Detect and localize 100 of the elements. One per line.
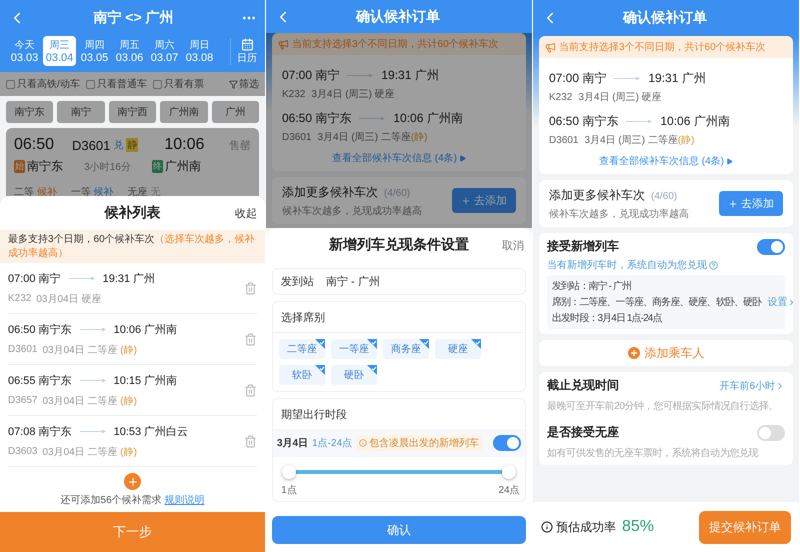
seat-option[interactable]: 商务座 bbox=[383, 339, 429, 359]
station-chip[interactable]: 南宁东 bbox=[6, 101, 54, 123]
station-name: 广州南 bbox=[165, 158, 201, 175]
departure-text: 06:55 南宁东 bbox=[8, 374, 72, 388]
seat-availability: 二等 候补 bbox=[14, 186, 57, 196]
next-button[interactable]: 下一步 bbox=[0, 512, 265, 552]
view-all-link[interactable]: 查看全部候补车次信息 (4条) bbox=[549, 150, 783, 168]
filter-checkbox[interactable]: 只看有票 bbox=[152, 77, 204, 91]
arrival-text: 10:06 广州南 bbox=[660, 113, 730, 130]
header-title: 确认候补订单 bbox=[356, 8, 440, 26]
tick-label: 1点 bbox=[280, 484, 298, 497]
confirm-button[interactable]: 确认 bbox=[272, 516, 526, 544]
departure-text: 07:00 南宁 bbox=[282, 67, 340, 84]
station-chip[interactable]: 广州 bbox=[212, 101, 260, 123]
description-text: 如有可供发售的无座车票时，系统将自动为您兑现 bbox=[547, 446, 760, 460]
duration-text: 3小时16分 bbox=[84, 160, 131, 174]
date-tab[interactable]: 周日 03.08 bbox=[183, 36, 216, 66]
seat-option[interactable]: 二等座 bbox=[279, 339, 325, 359]
add-more-title: 添加更多候补车次 bbox=[549, 188, 645, 202]
seat-option[interactable]: 硬卧 bbox=[331, 365, 377, 385]
deadline-link[interactable]: 开车前6小时 bbox=[719, 378, 785, 392]
add-button[interactable]: 去添加 bbox=[719, 191, 783, 216]
info-line: 出发时段：3月4日 1点-24点 bbox=[552, 312, 662, 325]
settings-link[interactable]: 设置 bbox=[767, 295, 796, 309]
header-title: 南宁 <> 广州 bbox=[93, 9, 174, 27]
seat-availability: 一等 候补 bbox=[70, 186, 114, 196]
train-code: K232 bbox=[282, 88, 306, 100]
train-details: 3月4日 (周三) 二等座(静) bbox=[584, 134, 694, 147]
arrival-text: 10:15 广州南 bbox=[114, 374, 178, 388]
filter-checkbox[interactable]: 只看高铁/动车 bbox=[6, 77, 80, 91]
arrive-time: 10:06 bbox=[164, 136, 204, 154]
period-range: 1点-24点 bbox=[312, 436, 352, 450]
seat-option[interactable]: 一等座 bbox=[331, 339, 377, 359]
calendar-button[interactable]: 日历 bbox=[230, 38, 257, 64]
arrival-text: 10:06 广州南 bbox=[393, 110, 463, 127]
departure-text: 07:08 南宁东 bbox=[8, 424, 72, 438]
departure-text: 07:00 南宁 bbox=[549, 70, 606, 87]
train-details: 3月4日 (周三) 硬座 bbox=[311, 88, 395, 101]
train-code: D3601 bbox=[282, 132, 312, 142]
date-tab[interactable]: 今天 03.03 bbox=[8, 36, 41, 66]
sheet-title: 候补列表 bbox=[104, 204, 160, 222]
train-details: 3月4日 (周三) 硬座 bbox=[578, 90, 662, 104]
departure-text: 06:50 南宁东 bbox=[549, 113, 618, 130]
rate-value: 85% bbox=[622, 518, 654, 536]
end-mark: 终 bbox=[152, 160, 163, 173]
section-subtitle: 当有新增列车时，系统自动为您兑现 bbox=[547, 258, 785, 272]
start-mark: 始 bbox=[14, 160, 25, 173]
train-label: 静 bbox=[126, 138, 138, 152]
notice-text: 当前支持选择3个不同日期，共计60个候补车次 bbox=[292, 38, 499, 51]
view-all-link[interactable]: 查看全部候补车次信息 (4条) bbox=[282, 147, 516, 165]
collapse-button[interactable]: 收起 bbox=[235, 206, 257, 220]
station-chip[interactable]: 广州南 bbox=[160, 101, 208, 123]
cancel-button[interactable]: 取消 bbox=[502, 238, 524, 252]
arrival-text: 19:31 广州 bbox=[381, 67, 439, 84]
add-passenger-button[interactable]: 添加乘车人 bbox=[539, 340, 793, 366]
train-code: K232 bbox=[549, 92, 572, 102]
train-code: D3603 bbox=[8, 446, 38, 457]
filter-button[interactable]: 筛选 bbox=[229, 77, 259, 91]
date-tab[interactable]: 周四 03.05 bbox=[78, 36, 111, 66]
train-label: 兑 bbox=[112, 138, 124, 152]
waitlist-item[interactable]: 06:55 南宁东 10:15 广州南 D3657 03月04日 二等座 (静) bbox=[8, 365, 257, 416]
add-button[interactable]: 去添加 bbox=[452, 188, 516, 213]
add-more-title: 添加更多候补车次 bbox=[282, 185, 378, 199]
arrival-text: 19:31 广州 bbox=[648, 70, 706, 87]
hint-tag: 包含凌晨出发的新增列车 bbox=[356, 435, 482, 451]
date-tab[interactable]: 周三 03.04 bbox=[43, 36, 76, 66]
train-details: 03月04日 硬座 bbox=[36, 292, 102, 306]
station-value: 南宁 - 广州 bbox=[326, 274, 380, 289]
station-label: 发到站 bbox=[281, 275, 314, 289]
seat-option[interactable]: 软卧 bbox=[279, 365, 325, 385]
train-details: 03月04日 二等座 (静) bbox=[42, 394, 137, 408]
station-chip[interactable]: 南宁西 bbox=[108, 101, 156, 123]
date-tab[interactable]: 周六 03.07 bbox=[148, 36, 181, 66]
filter-checkbox[interactable]: 只看普通车 bbox=[86, 77, 147, 91]
arrival-text: 10:06 广州南 bbox=[114, 322, 178, 336]
station-chip[interactable]: 南宁 bbox=[57, 101, 105, 123]
submit-button[interactable]: 提交候补订单 bbox=[699, 510, 791, 544]
waitlist-item[interactable]: 07:00 南宁 19:31 广州 K232 03月04日 硬座 bbox=[8, 263, 257, 314]
train-code: D3657 bbox=[8, 395, 38, 406]
station-name: 南宁东 bbox=[27, 158, 63, 175]
train-code: D3601 bbox=[8, 344, 38, 355]
train-code: D3601 bbox=[549, 134, 578, 146]
section-title: 选择席别 bbox=[281, 312, 325, 324]
train-details: 3月4日 (周三) 二等座(静) bbox=[317, 130, 428, 144]
footer-text: 还可添加56个候补需求 规则说明 bbox=[60, 494, 204, 507]
notice-text: 最多支持3个日期，60个候补车次（选择车次越多，候补成功率越高） bbox=[0, 230, 265, 263]
rules-link[interactable]: 规则说明 bbox=[164, 495, 204, 506]
date-tab[interactable]: 周五 03.06 bbox=[113, 36, 146, 66]
info-line: 发到站：南宁 - 广州 bbox=[552, 280, 631, 293]
header-title: 确认候补订单 bbox=[623, 9, 707, 27]
waitlist-item[interactable]: 07:08 南宁东 10:53 广州白云 D3603 03月04日 二等座 (静) bbox=[8, 416, 257, 467]
train-details: 03月04日 二等座 (静) bbox=[42, 344, 137, 356]
tick-label: 24点 bbox=[498, 484, 520, 497]
departure-text: 06:50 南宁东 bbox=[282, 110, 352, 127]
seat-option[interactable]: 硬座 bbox=[435, 339, 481, 359]
arrival-text: 10:53 广州白云 bbox=[114, 424, 188, 438]
departure-text: 06:50 南宁东 bbox=[8, 322, 72, 336]
waitlist-item[interactable]: 06:50 南宁东 10:06 广州南 D3601 03月04日 二等座 (静) bbox=[8, 314, 257, 365]
description-text: 最晚可至开车前20分钟，您可根据实际情况自行选择。 bbox=[547, 400, 780, 413]
section-title: 期望出行时段 bbox=[281, 409, 347, 421]
